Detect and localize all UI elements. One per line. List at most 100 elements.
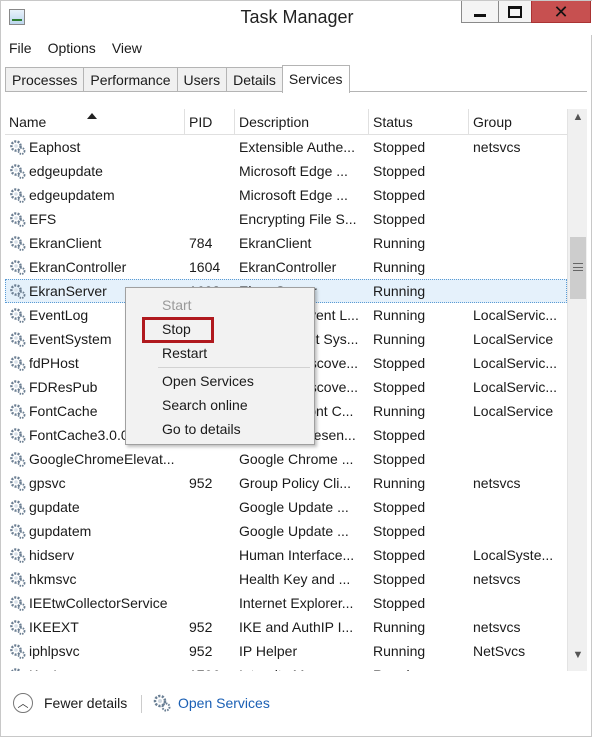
table-row[interactable]: Eaphost Extensible Authe... Stopped netsvcs (5, 135, 567, 159)
service-gear-icon (9, 163, 26, 179)
column-header-description[interactable]: Description (235, 109, 369, 135)
maximize-button[interactable] (498, 1, 532, 23)
context-menu-restart[interactable]: Restart (162, 345, 207, 361)
menu-bar: File Options View (1, 37, 150, 59)
cell-description: Integrity Manage... (239, 667, 367, 671)
tab-details[interactable]: Details (226, 67, 283, 92)
tab-users[interactable]: Users (176, 67, 228, 92)
column-header-name[interactable]: Name (5, 109, 185, 135)
close-button[interactable]: ✕ (531, 1, 591, 23)
cell-group: LocalServic... (473, 355, 558, 371)
cell-description: Google Chrome ... (239, 451, 354, 467)
cell-group: LocalServic... (473, 307, 558, 323)
menu-options[interactable]: Options (40, 37, 104, 59)
service-gear-icon (9, 475, 26, 491)
column-header-status[interactable]: Status (369, 109, 469, 135)
table-row[interactable]: hidserv Human Interface... Stopped LocalSys… (5, 543, 567, 567)
service-gear-icon (9, 331, 26, 347)
service-gear-icon (9, 307, 26, 323)
fewer-details-link[interactable]: Fewer details (44, 695, 127, 711)
cell-name: iphlpsvc (29, 643, 80, 659)
scroll-thumb[interactable] (570, 237, 586, 299)
service-gear-icon (9, 571, 26, 587)
context-menu-stop[interactable]: Stop (162, 321, 191, 337)
cell-status: Stopped (373, 163, 426, 179)
vertical-scrollbar[interactable]: ▲ ▼ (567, 109, 587, 671)
sort-ascending-icon (87, 113, 97, 119)
cell-status: Stopped (373, 355, 426, 371)
cell-description: IKE and AuthIP I... (239, 619, 354, 635)
service-gear-icon (9, 235, 26, 251)
table-row[interactable]: gpsvc 952 Group Policy Cli... Running netsvc… (5, 471, 567, 495)
cell-group: NetSvcs (473, 643, 526, 659)
close-icon: ✕ (553, 1, 569, 22)
cell-group: netsvcs (473, 571, 521, 587)
cell-name: EFS (29, 211, 57, 227)
table-row[interactable]: IKEEXT 952 IKE and AuthIP I... Running netsv… (5, 615, 567, 639)
cell-name: KeyIso (29, 667, 179, 671)
menu-view[interactable]: View (104, 37, 150, 59)
title-bar[interactable]: Task Manager ✕ (1, 1, 592, 35)
scroll-up-icon[interactable]: ▲ (568, 111, 588, 131)
cell-description: Google Update ... (239, 499, 349, 515)
column-header-group[interactable]: Group (469, 109, 567, 135)
table-row[interactable]: edgeupdatem Microsoft Edge ... Stopped (5, 183, 567, 207)
cell-description: EkranController (239, 259, 337, 275)
context-menu-separator (158, 367, 310, 368)
cell-name: edgeupdatem (29, 187, 115, 203)
cell-pid: 1604 (189, 259, 221, 275)
table-row[interactable]: edgeupdate Microsoft Edge ... Stopped (5, 159, 567, 183)
table-row[interactable]: IEEtwCollectorService Internet Explorer..… (5, 591, 567, 615)
cell-status: Stopped (373, 379, 426, 395)
cell-description: Health Key and ... (239, 571, 351, 587)
cell-name: hkmsvc (29, 571, 77, 587)
service-gear-icon (9, 667, 26, 671)
cell-description: Group Policy Cli... (239, 475, 352, 491)
cell-status: Stopped (373, 211, 426, 227)
service-gear-icon (9, 355, 26, 371)
cell-group: LocalService (473, 403, 554, 419)
table-row[interactable]: iphlpsvc 952 IP Helper Running NetSvcs (5, 639, 567, 663)
table-row[interactable]: gupdatem Google Update ... Stopped (5, 519, 567, 543)
cell-pid: 784 (189, 235, 213, 251)
cell-group: netsvcs (473, 139, 521, 155)
cell-status: Stopped (373, 595, 426, 611)
open-services-link[interactable]: Open Services (178, 695, 270, 711)
service-gear-icon (9, 427, 26, 443)
context-menu-search-online[interactable]: Search online (162, 397, 248, 413)
table-row[interactable]: KeyIso 1796 Integrity Manage... Running (5, 663, 567, 671)
table-row[interactable]: gupdate Google Update ... Stopped (5, 495, 567, 519)
table-row[interactable]: EFS Encrypting File S... Stopped (5, 207, 567, 231)
column-name-label: Name (9, 114, 47, 130)
minimize-button[interactable] (461, 1, 499, 23)
context-menu-go-to-details[interactable]: Go to details (162, 421, 241, 437)
tab-processes[interactable]: Processes (5, 67, 85, 92)
cell-status: Running (373, 331, 426, 347)
cell-name: edgeupdate (29, 163, 103, 179)
service-gear-icon (9, 451, 26, 467)
table-row[interactable]: GoogleChromeElevat... Google Chrome ... St… (5, 447, 567, 471)
table-row[interactable]: EkranController 1604 EkranController Runnin… (5, 255, 567, 279)
column-header-pid[interactable]: PID (185, 109, 235, 135)
maximize-icon (508, 5, 522, 18)
cell-description: Microsoft Edge ... (239, 163, 348, 179)
cell-name: IEEtwCollectorService (29, 595, 168, 611)
cell-description: Human Interface... (239, 547, 355, 563)
task-manager-window: Task Manager ✕ File Options View Process… (0, 0, 592, 737)
service-gear-icon (9, 283, 26, 299)
table-row[interactable]: hkmsvc Health Key and ... Stopped netsvcs (5, 567, 567, 591)
context-menu-open-services[interactable]: Open Services (162, 373, 254, 389)
service-gear-icon (9, 595, 26, 611)
table-row[interactable]: EkranClient 784 EkranClient Running (5, 231, 567, 255)
cell-status: Stopped (373, 523, 426, 539)
tab-services[interactable]: Services (281, 65, 350, 93)
cell-name: gupdatem (29, 523, 92, 539)
scroll-down-icon[interactable]: ▼ (568, 649, 588, 669)
chevron-up-icon[interactable]: ︿ (13, 693, 33, 713)
cell-group: LocalSyste... (473, 547, 554, 563)
cell-pid: 1796 (189, 667, 233, 671)
tab-performance[interactable]: Performance (83, 67, 178, 92)
menu-file[interactable]: File (1, 37, 40, 59)
cell-status: Running (373, 475, 426, 491)
context-menu-start[interactable]: Start (162, 297, 192, 313)
